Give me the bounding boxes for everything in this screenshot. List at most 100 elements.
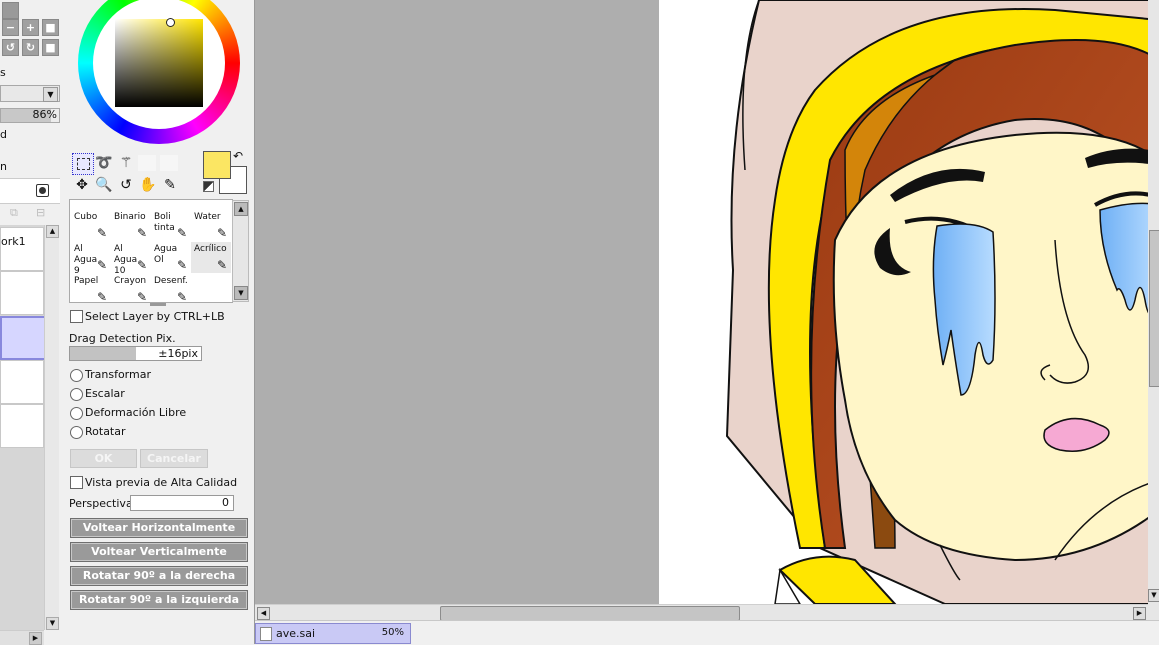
document-zoom: 50% (381, 627, 404, 638)
brush-icon: ✎ (96, 258, 107, 272)
perspective-label: Perspectiva (69, 497, 133, 510)
chevron-down-icon[interactable]: ▼ (43, 87, 58, 102)
brush-cell[interactable]: Agua Ol ✎ (151, 242, 191, 273)
scroll-down-icon[interactable]: ▼ (46, 617, 59, 630)
brush-icon: ✎ (176, 290, 187, 304)
square-icon[interactable]: ■ (42, 19, 59, 36)
layer-item[interactable]: ork1 (0, 227, 44, 271)
new-layer-icon[interactable]: ⧉ (10, 206, 26, 220)
brush-icon: ✎ (216, 258, 227, 272)
scale-radio[interactable] (70, 388, 83, 401)
transform-radio[interactable] (70, 369, 83, 382)
reset-icon[interactable]: ■ (42, 39, 59, 56)
primary-color-swatch[interactable] (203, 151, 231, 179)
hscroll-thumb[interactable] (440, 606, 740, 621)
opacity-value: 86% (32, 108, 57, 121)
rotate-radio[interactable] (70, 426, 83, 439)
layer-tool-button[interactable] (2, 2, 19, 19)
new-folder-icon[interactable]: ⊟ (36, 206, 50, 220)
brush-cell[interactable]: Water ✎ (191, 210, 231, 241)
rotate-canvas-icon[interactable]: ↺ (116, 175, 136, 195)
zoom-icon[interactable]: 🔍 (94, 175, 114, 195)
hq-preview-label: Vista previa de Alta Calidad (85, 476, 238, 489)
canvas-vscrollbar[interactable]: ▼ (1148, 0, 1159, 620)
artwork-canvas[interactable] (255, 0, 1159, 604)
brush-cell[interactable]: Acrílico ✎ (191, 242, 231, 273)
color-wheel[interactable] (78, 0, 240, 144)
brush-cell[interactable]: Boli tinta ✎ (151, 210, 191, 241)
brush-label: Cubo (74, 212, 98, 222)
layer-hscroll[interactable]: ▶ (0, 630, 44, 645)
scroll-left-icon[interactable]: ◀ (257, 607, 270, 620)
empty-tool-slot (138, 155, 156, 171)
brush-cell[interactable]: Desenf. ✎ (151, 274, 191, 305)
brush-scrollbar[interactable]: ▲ ▼ (232, 200, 249, 302)
eyedropper-icon[interactable]: ✎ (160, 175, 180, 195)
ok-button[interactable]: OK (70, 449, 137, 468)
blend-mode-select[interactable]: ▼ (0, 85, 60, 102)
rotate-right-icon[interactable]: ↻ (22, 39, 39, 56)
canvas-hscrollbar[interactable]: ◀ ▶ (255, 604, 1148, 621)
rotate-left-button[interactable]: Rotatar 90º a la izquierda (70, 590, 248, 610)
free-deform-radio[interactable] (70, 407, 83, 420)
swap-colors-icon[interactable]: ↶ (233, 149, 243, 163)
brush-cell[interactable]: Crayon ✎ (111, 274, 151, 305)
magic-wand-icon[interactable]: ⚚ (116, 153, 136, 173)
remove-icon[interactable]: − (2, 19, 19, 36)
rect-select-icon[interactable] (72, 153, 94, 175)
layer-item[interactable] (0, 271, 44, 315)
hq-preview-checkbox[interactable] (70, 476, 83, 489)
brush-cell[interactable]: Binario ✎ (111, 210, 151, 241)
scroll-down-icon[interactable]: ▼ (1148, 589, 1159, 602)
lasso-icon[interactable]: ➰ (94, 153, 114, 173)
scroll-down-icon[interactable]: ▼ (234, 286, 248, 300)
scroll-right-icon[interactable]: ▶ (1133, 607, 1146, 620)
layer-item-selected[interactable] (0, 316, 46, 360)
rotate-left-icon[interactable]: ↺ (2, 39, 19, 56)
cancel-button[interactable]: Cancelar (140, 449, 208, 468)
brush-cell[interactable]: Al Agua 10 ✎ (111, 242, 151, 273)
color-picker-handle[interactable] (166, 18, 175, 27)
layer-item[interactable] (0, 360, 44, 404)
opacity-slider[interactable]: 86% (0, 108, 60, 123)
brush-cell[interactable]: Cubo ✎ (71, 210, 111, 241)
layer-list: ork1 (0, 225, 46, 645)
drag-detection-slider[interactable]: ±16pix (69, 346, 202, 361)
brush-icon: ✎ (176, 258, 187, 272)
select-layer-label: Select Layer by CTRL+LB (85, 310, 225, 323)
vscroll-thumb[interactable] (1149, 230, 1159, 387)
drag-detection-value: ±16pix (158, 347, 198, 360)
document-tab[interactable]: ave.sai 50% (255, 623, 411, 644)
brush-cell[interactable]: Al Agua 9 ✎ (71, 242, 111, 273)
rotate-right-button[interactable]: Rotatar 90º a la derecha (70, 566, 248, 586)
scroll-up-icon[interactable]: ▲ (234, 202, 248, 216)
saturation-value-square[interactable] (115, 18, 203, 107)
flip-vertical-button[interactable]: Voltear Verticalmente (70, 542, 248, 562)
brush-label: Papel (74, 276, 99, 286)
scroll-up-icon[interactable]: ▲ (46, 225, 59, 238)
add-icon[interactable]: + (22, 19, 39, 36)
option-label-n: n (0, 160, 7, 173)
brush-cell[interactable]: Papel ✎ (71, 274, 111, 305)
layer-item[interactable] (0, 404, 44, 448)
brush-icon: ✎ (96, 290, 107, 304)
move-icon[interactable]: ✥ (72, 175, 92, 195)
layer-scrollbar[interactable]: ▲ ▼ (44, 225, 59, 630)
brush-icon: ✎ (136, 258, 147, 272)
free-deform-label: Deformación Libre (85, 406, 187, 419)
bucket-icon: ✎ (96, 226, 107, 240)
scroll-right-icon[interactable]: ▶ (29, 632, 42, 645)
mode-label: s (0, 66, 6, 79)
reset-colors-icon[interactable] (203, 181, 214, 192)
transform-label: Transformar (85, 368, 151, 381)
perspective-slider[interactable]: 0 (130, 495, 234, 511)
select-layer-checkbox[interactable] (70, 310, 83, 323)
hand-icon[interactable]: ✋ (138, 175, 158, 195)
layer-name: ork1 (1, 235, 26, 248)
tool-panel: ➰ ⚚ ✥ 🔍 ↺ ✋ ✎ ↶ Cubo ✎ Binario ✎ Boli tinta ✎… (62, 0, 255, 644)
record-icon[interactable] (36, 184, 49, 197)
canvas-area[interactable] (255, 0, 1159, 604)
ink-pen-icon: ✎ (176, 226, 187, 240)
flip-horizontal-button[interactable]: Voltear Horizontalmente (70, 518, 248, 538)
resize-grip[interactable] (150, 303, 166, 306)
